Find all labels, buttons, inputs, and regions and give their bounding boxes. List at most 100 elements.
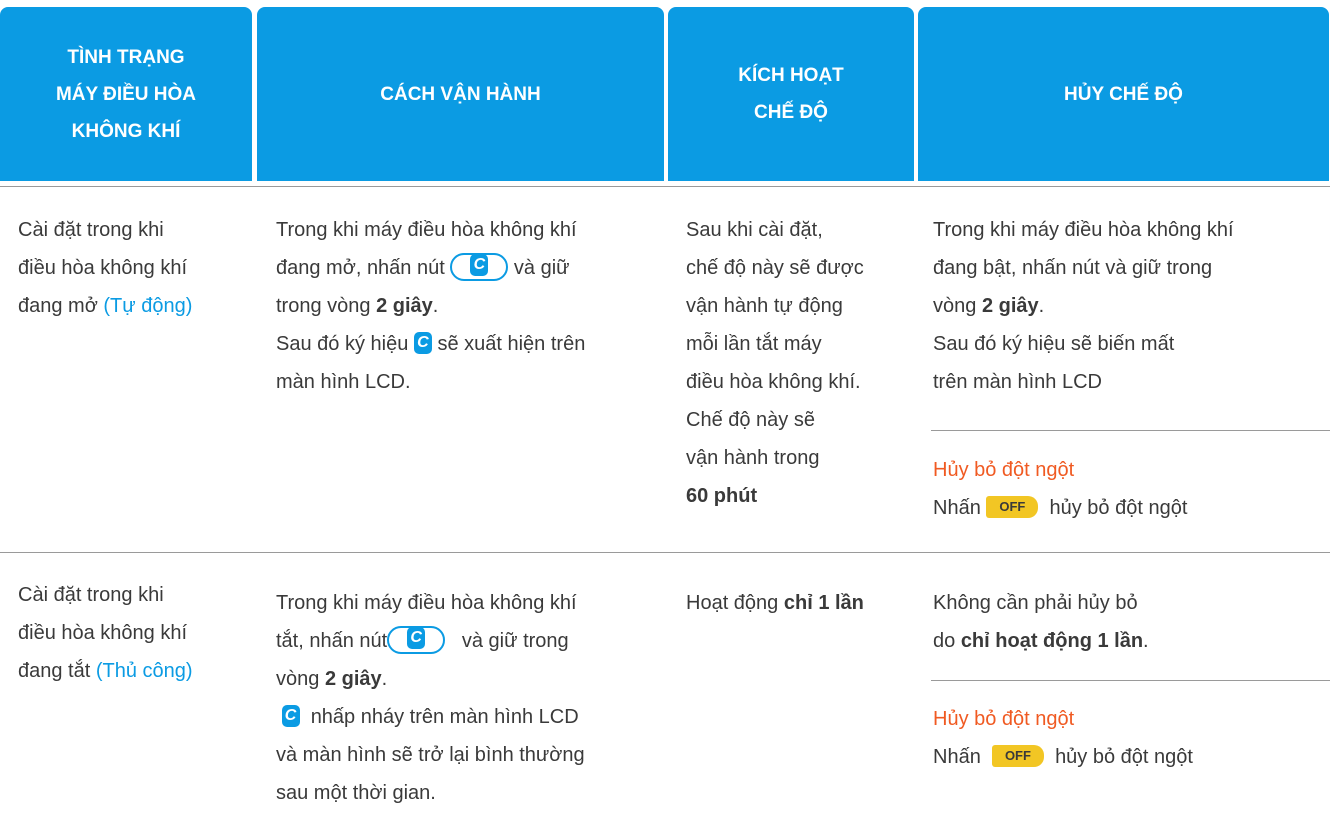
text-line: . <box>381 668 388 690</box>
c-button-icon: C <box>450 252 509 281</box>
text-line: và giữ trong <box>461 630 569 652</box>
text-line: điều hòa không khí <box>18 622 188 644</box>
text-line: vòng <box>276 668 325 690</box>
text-line: Cài đặt trong khi <box>18 219 164 241</box>
header-activate-line: KÍCH HOẠT <box>738 65 844 86</box>
header-cancel: HỦY CHẾ ĐỘ <box>918 7 1329 181</box>
c-symbol-icon: C <box>470 254 489 277</box>
mode-manual-label: (Thủ công) <box>95 660 193 682</box>
abrupt-cancel-title: Hủy bỏ đột ngột <box>933 708 1075 730</box>
header-activate: KÍCH HOẠT CHẾ ĐỘ <box>668 7 914 181</box>
text-line: sẽ xuất hiện trên <box>437 333 586 355</box>
text-line: nhấp nháy trên màn hình LCD <box>310 706 579 728</box>
text-line: đang mở, nhấn nút C và giữ <box>276 249 585 287</box>
text-line: Nhấn OFF hủy bỏ đột ngột <box>933 489 1187 527</box>
text-line: Trong khi máy điều hòa không khí <box>276 219 577 241</box>
text-line: trong vòng <box>276 295 377 317</box>
header-activate-line: CHẾ ĐỘ <box>754 102 828 123</box>
c-symbol-icon: C <box>413 331 432 354</box>
emphasis: chỉ hoạt động 1 lần <box>960 630 1144 652</box>
row-divider <box>0 552 1330 553</box>
text-line: . <box>1143 630 1149 652</box>
row1-activate: Sau khi cài đặt, chế độ này sẽ được vận … <box>686 211 864 515</box>
row1-operation: Trong khi máy điều hòa không khí đang mở… <box>276 211 585 401</box>
text-line: Không cần phải hủy bỏ <box>933 592 1138 614</box>
emphasis: 60 phút <box>686 485 758 507</box>
emphasis: 2 giây <box>376 295 433 317</box>
text-line: Sau khi cài đặt, <box>686 219 823 241</box>
text-line: do chỉ hoạt động 1 lần. <box>933 622 1149 660</box>
text-line: Chế độ này sẽ <box>686 409 815 431</box>
text-line: Trong khi máy điều hòa không khí <box>276 592 577 614</box>
text-line: do <box>933 630 961 652</box>
text-line: hủy bỏ đột ngột <box>1055 746 1193 768</box>
text-line: Sau đó ký hiệu sẽ biến mất <box>933 333 1175 355</box>
text-line: C nhấp nháy trên màn hình LCD <box>276 698 585 736</box>
text-line: sau một thời gian. <box>276 782 436 804</box>
row2-cancel: Không cần phải hủy bỏ do chỉ hoạt động 1… <box>933 584 1149 660</box>
row2-status: Cài đặt trong khi điều hòa không khí đan… <box>18 576 193 690</box>
c-button-icon: C <box>387 625 446 654</box>
row1-status: Cài đặt trong khi điều hòa không khí đan… <box>18 211 192 325</box>
text-line: đang mở, nhấn nút <box>276 257 445 279</box>
header-status-line: MÁY ĐIỀU HÒA <box>55 83 197 105</box>
header-operation-label: CÁCH VẬN HÀNH <box>380 83 541 105</box>
text-line: hủy bỏ đột ngột <box>1049 497 1188 519</box>
text-line: vòng 2 giây. <box>276 660 585 698</box>
header-operation: CÁCH VẬN HÀNH <box>257 7 664 181</box>
text-line: vòng 2 giây. <box>933 287 1234 325</box>
text-line: . <box>1038 295 1045 317</box>
text-line: và màn hình sẽ trở lại bình thường <box>276 744 585 766</box>
text-line: tắt, nhấn nút <box>276 630 388 652</box>
text-line: trong vòng 2 giây. <box>276 287 585 325</box>
text-line: vòng <box>933 295 982 317</box>
text-line: đang mở <box>18 295 104 317</box>
text-line: Nhấn <box>933 497 981 519</box>
text-line: Sau đó ký hiệu C sẽ xuất hiện trên <box>276 325 585 363</box>
text-line: Nhấn OFF hủy bỏ đột ngột <box>933 738 1193 776</box>
text-line: Nhấn <box>933 746 981 768</box>
text-line: Sau đó ký hiệu <box>276 333 409 355</box>
header-divider <box>0 186 1330 187</box>
header-status-line: KHÔNG KHÍ <box>71 120 181 142</box>
text-line: Hoạt động chỉ 1 lần <box>686 584 864 622</box>
abrupt-cancel-title: Hủy bỏ đột ngột <box>933 459 1075 481</box>
row2-operation: Trong khi máy điều hòa không khí tắt, nh… <box>276 584 585 812</box>
text-line: trên màn hình LCD <box>933 371 1102 393</box>
row2-activate: Hoạt động chỉ 1 lần <box>686 584 864 622</box>
text-line: đang bật, nhấn nút và giữ trong <box>933 257 1213 279</box>
text-line: vận hành trong <box>686 447 820 469</box>
header-status: TÌNH TRẠNG MÁY ĐIỀU HÒA KHÔNG KHÍ <box>0 7 252 181</box>
cancel-divider-2 <box>931 680 1330 681</box>
off-button-icon: OFF <box>986 495 1039 518</box>
text-line: đang tắt (Thủ công) <box>18 652 193 690</box>
text-line: Trong khi máy điều hòa không khí <box>933 219 1234 241</box>
text-line: màn hình LCD. <box>276 371 411 393</box>
text-line: đang mở (Tự động) <box>18 287 192 325</box>
emphasis: 2 giây <box>981 295 1039 317</box>
header-status-line: TÌNH TRẠNG <box>67 46 185 68</box>
header-cancel-label: HỦY CHẾ ĐỘ <box>1064 83 1183 105</box>
emphasis: 2 giây <box>324 668 382 690</box>
emphasis: chỉ 1 lần <box>783 592 864 614</box>
mode-auto-label: (Tự động) <box>103 295 193 317</box>
c-symbol-icon: C <box>407 627 426 650</box>
c-symbol-icon: C <box>281 704 300 727</box>
text-line: chế độ này sẽ được <box>686 257 864 279</box>
text-line: vận hành tự động <box>686 295 843 317</box>
cancel-divider-1 <box>931 430 1330 431</box>
text-line: Cài đặt trong khi <box>18 584 164 606</box>
text-line: điều hòa không khí. <box>686 371 861 393</box>
text-line: tắt, nhấn nút C và giữ trong <box>276 622 585 660</box>
text-line: điều hòa không khí <box>18 257 188 279</box>
row1-cancel: Trong khi máy điều hòa không khí đang bậ… <box>933 211 1234 401</box>
text-line: 60 phút <box>686 477 864 515</box>
text-line: mỗi lần tắt máy <box>686 333 822 355</box>
text-line: và giữ <box>513 257 570 279</box>
off-button-icon: OFF <box>991 744 1044 767</box>
row1-abrupt-cancel: Hủy bỏ đột ngột Nhấn OFF hủy bỏ đột ngột <box>933 451 1187 527</box>
text-line: đang tắt <box>18 660 96 682</box>
text-line: . <box>432 295 439 317</box>
text-line: Hoạt động <box>686 592 784 614</box>
row2-abrupt-cancel: Hủy bỏ đột ngột Nhấn OFF hủy bỏ đột ngột <box>933 700 1193 776</box>
